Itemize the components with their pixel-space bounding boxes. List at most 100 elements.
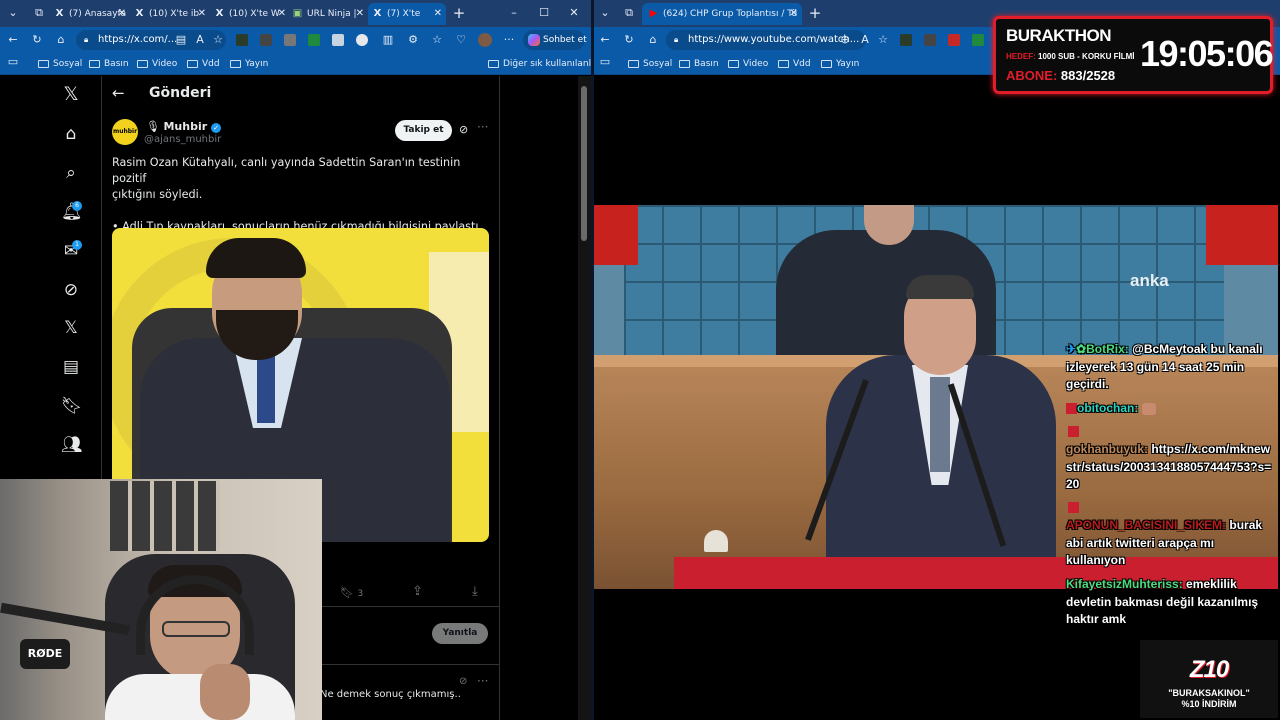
- extension-2-icon[interactable]: [260, 34, 272, 46]
- tab-3[interactable]: X (10) X'te W ✕: [214, 3, 290, 25]
- search-icon[interactable]: ⌕: [61, 163, 81, 183]
- workspaces-icon[interactable]: ⧉: [32, 6, 46, 20]
- profile-avatar[interactable]: [478, 33, 492, 47]
- browser-essentials-icon[interactable]: ♡: [454, 33, 468, 47]
- author-handle[interactable]: @ajans_muhbir: [144, 134, 221, 145]
- chat-emote-icon: [1141, 402, 1156, 415]
- extension-4-icon[interactable]: [308, 34, 320, 46]
- favorite-icon[interactable]: ☆: [211, 33, 225, 47]
- extension-3-icon[interactable]: [948, 34, 960, 46]
- back-icon[interactable]: ←: [6, 33, 20, 47]
- bookmark-vdd[interactable]: Vdd: [778, 57, 811, 71]
- reader-icon[interactable]: ▤: [174, 33, 188, 47]
- streamer-glasses: [162, 621, 230, 637]
- copilot-button[interactable]: Sohbet et: [523, 30, 587, 50]
- scrollbar-track[interactable]: [578, 76, 591, 720]
- refresh-icon[interactable]: ↻: [622, 33, 636, 47]
- bookmark-yayin[interactable]: Yayın: [230, 57, 268, 71]
- extension-5-icon[interactable]: [332, 34, 344, 46]
- new-tab-icon[interactable]: +: [808, 6, 822, 21]
- extension-1-icon[interactable]: [900, 34, 912, 46]
- folder-icon: [778, 59, 789, 68]
- download-icon[interactable]: ⤓: [472, 584, 478, 599]
- bookmarks-icon[interactable]: 🔖︎: [61, 396, 83, 416]
- author-avatar[interactable]: muhbir: [112, 119, 138, 145]
- chat-username: APONUN_BACISINI_SIKEM:: [1066, 518, 1227, 532]
- grok-explain-icon[interactable]: ⊘: [459, 123, 468, 136]
- microphone-icon: RØDE: [20, 639, 70, 669]
- read-aloud-icon[interactable]: A: [858, 33, 872, 47]
- window-close-icon[interactable]: ✕: [567, 6, 581, 20]
- reply-grok-icon[interactable]: ⊘: [459, 676, 467, 687]
- address-bar[interactable]: 🔒︎ https://www.youtube.com/watch...: [666, 30, 866, 50]
- other-bookmarks[interactable]: Diğer sık kullanılanlar: [488, 57, 591, 71]
- read-aloud-icon[interactable]: A: [193, 33, 207, 47]
- tab-list-icon[interactable]: ⌄: [6, 6, 20, 20]
- favorites-icon[interactable]: ☆: [430, 33, 444, 47]
- flag-left: [594, 205, 638, 265]
- extension-3-icon[interactable]: [284, 34, 296, 46]
- bookmark-sosyal[interactable]: Sosyal: [628, 57, 672, 71]
- tab-5-active[interactable]: X (7) X'te ✕: [368, 3, 446, 25]
- minimize-icon[interactable]: –: [507, 6, 521, 20]
- split-screen-icon[interactable]: ▥: [381, 33, 395, 47]
- bookmark-yayin[interactable]: Yayın: [821, 57, 859, 71]
- bookmark-video[interactable]: Video: [137, 57, 177, 71]
- page-title: Gönderi: [149, 85, 212, 101]
- more-options-icon[interactable]: ···: [477, 120, 488, 134]
- folder-icon: [89, 59, 100, 68]
- maximize-icon[interactable]: ☐: [537, 6, 551, 20]
- bookmark-video[interactable]: Video: [728, 57, 768, 71]
- app-available-icon[interactable]: ⊕: [838, 33, 852, 47]
- extensions-icon[interactable]: ⚙: [406, 33, 420, 47]
- bookmark-vdd[interactable]: Vdd: [187, 57, 220, 71]
- more-icon[interactable]: ···: [502, 33, 516, 47]
- author-name[interactable]: 🎙︎ Muhbir ✓: [146, 120, 221, 133]
- reply-more-icon[interactable]: ···: [477, 674, 488, 688]
- tweet-spacer: [112, 203, 492, 219]
- workspaces-icon[interactable]: ⧉: [622, 6, 636, 20]
- scrollbar-thumb[interactable]: [581, 86, 587, 241]
- follow-button[interactable]: Takip et: [395, 120, 452, 141]
- back-arrow-icon[interactable]: ←: [112, 84, 125, 102]
- tab-2[interactable]: X (10) X'te ib ✕: [134, 3, 210, 25]
- extension-2-icon[interactable]: [924, 34, 936, 46]
- bookmark-action-icon[interactable]: 🔖︎ 3: [340, 586, 363, 599]
- tweet-line-2: çıktığını söyledi.: [112, 188, 203, 201]
- sidebar-toggle-icon[interactable]: ▭: [598, 55, 612, 69]
- communities-icon[interactable]: 👥︎: [61, 435, 83, 455]
- tab-4[interactable]: ▣ URL Ninja | ✕: [292, 3, 368, 25]
- tab-1[interactable]: X (7) Anasayfa ✕: [54, 3, 130, 25]
- home-icon[interactable]: ⌂: [54, 33, 68, 47]
- close-icon[interactable]: ✕: [434, 3, 442, 25]
- back-icon[interactable]: ←: [598, 33, 612, 47]
- reply-button[interactable]: Yanıtla: [432, 623, 488, 644]
- close-icon[interactable]: ✕: [790, 3, 798, 25]
- close-icon[interactable]: ✕: [356, 3, 364, 25]
- extension-4-icon[interactable]: [972, 34, 984, 46]
- x-logo-icon[interactable]: 𝕏: [61, 84, 81, 104]
- refresh-icon[interactable]: ↻: [30, 33, 44, 47]
- close-icon[interactable]: ✕: [278, 3, 286, 25]
- new-tab-icon[interactable]: +: [452, 6, 466, 21]
- tab-youtube[interactable]: ▶ (624) CHP Grup Toplantısı / Tü ✕: [642, 3, 802, 25]
- goal-overlay: BURAKTHON HEDEF: 1000 SUB - KORKU FİLMİ …: [993, 16, 1274, 94]
- home-icon[interactable]: ⌂: [61, 124, 81, 144]
- extension-1-icon[interactable]: [236, 34, 248, 46]
- tab-list-icon[interactable]: ⌄: [598, 6, 612, 20]
- chat-message-4: APONUN_BACISINI_SIKEM: burak abi artık t…: [1066, 517, 1272, 570]
- close-icon[interactable]: ✕: [198, 3, 206, 25]
- chat-username: obitochan:: [1077, 401, 1139, 415]
- premium-icon[interactable]: 𝕏: [61, 318, 81, 338]
- sidebar-toggle-icon[interactable]: ▭: [6, 55, 20, 69]
- lists-icon[interactable]: ▤: [61, 357, 81, 377]
- grok-icon[interactable]: ⊘: [61, 280, 81, 300]
- bookmark-basin[interactable]: Basın: [679, 57, 719, 71]
- close-icon[interactable]: ✕: [118, 3, 126, 25]
- home-icon[interactable]: ⌂: [646, 33, 660, 47]
- share-icon[interactable]: ⇪: [412, 584, 423, 599]
- extension-6-icon[interactable]: [356, 34, 368, 46]
- bookmark-basin[interactable]: Basın: [89, 57, 129, 71]
- favorite-icon[interactable]: ☆: [876, 33, 890, 47]
- bookmark-sosyal[interactable]: Sosyal: [38, 57, 82, 71]
